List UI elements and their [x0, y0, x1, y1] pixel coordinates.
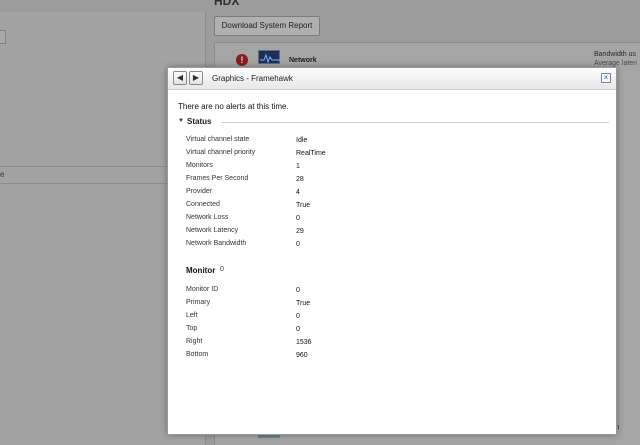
status-row-value: 29 [296, 228, 304, 235]
forward-button[interactable]: ▶ [189, 71, 203, 85]
status-row-value: 4 [296, 189, 300, 196]
monitor-row-value: 0 [296, 313, 300, 320]
download-system-report-button[interactable]: Download System Report [214, 16, 320, 36]
network-label: Network [289, 57, 317, 64]
monitor-row-label: Monitor ID [186, 286, 219, 293]
status-row-label: Virtual channel priority [186, 149, 256, 156]
status-row-label: Network Latency [186, 227, 239, 234]
alert-error-icon: ! [236, 54, 248, 66]
status-section-title: Status [187, 117, 212, 126]
left-panel-input[interactable] [0, 30, 6, 44]
status-section-toggle[interactable]: ▼ Status [178, 116, 609, 128]
left-panel-text: e [0, 170, 5, 179]
status-row-label: Virtual channel state [186, 136, 250, 143]
monitor-heading: Monitor [186, 266, 215, 275]
status-row-value: 28 [296, 176, 304, 183]
monitor-row-value: 0 [296, 326, 300, 333]
monitor-row-label: Left [186, 312, 198, 319]
collapse-caret-icon: ▼ [178, 118, 184, 124]
status-row-value: 1 [296, 163, 300, 170]
alerts-message: There are no alerts at this time. [178, 102, 289, 111]
monitor-row-label: Right [186, 338, 203, 345]
dialog-body: There are no alerts at this time. ▼ Stat… [168, 91, 616, 434]
graphics-framehawk-dialog: ◀ ▶ Graphics - Framehawk × There are no … [167, 67, 617, 435]
status-row-value: 0 [296, 215, 300, 222]
status-row-label: Network Bandwidth [186, 240, 247, 247]
back-button[interactable]: ◀ [173, 71, 187, 85]
status-row-label: Monitors [186, 162, 213, 169]
status-row-value: 0 [296, 241, 300, 248]
background-description-line: Average laten [594, 60, 638, 67]
network-graph-icon [260, 53, 280, 64]
close-button[interactable]: × [601, 73, 611, 83]
status-row-value: RealTime [296, 150, 326, 157]
status-row-value: Idle [296, 137, 308, 144]
monitor-row-value: 1536 [296, 339, 312, 346]
section-divider [221, 122, 609, 123]
monitor-row-value: 0 [296, 287, 300, 294]
dialog-header: ◀ ▶ Graphics - Framehawk × [168, 68, 616, 90]
page-title: HDX [214, 0, 240, 8]
status-row-label: Network Loss [186, 214, 229, 221]
status-row-label: Provider [186, 188, 213, 195]
status-row-label: Frames Per Second [186, 175, 249, 182]
monitor-row-label: Primary [186, 299, 211, 306]
monitor-row-value: 960 [296, 352, 308, 359]
background-description-line: Bandwidth us [594, 51, 637, 58]
network-icon [258, 50, 280, 64]
dialog-title: Graphics - Framehawk [212, 74, 293, 83]
monitor-row-value: True [296, 300, 311, 307]
monitor-title: Monitor [186, 266, 216, 275]
status-row-label: Connected [186, 201, 220, 208]
monitor-row-label: Bottom [186, 351, 209, 358]
status-row-value: True [296, 202, 311, 209]
monitor-index: 0 [220, 266, 224, 273]
monitor-row-label: Top [186, 325, 198, 332]
